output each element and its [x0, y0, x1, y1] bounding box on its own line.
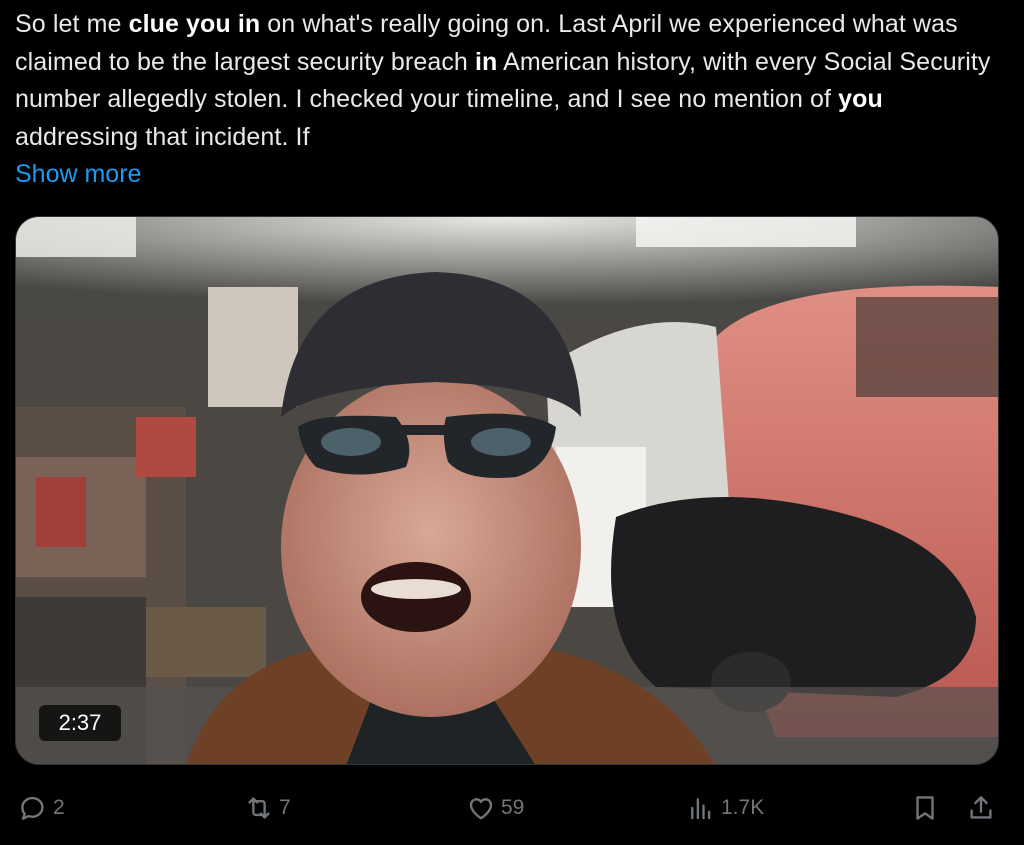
like-button[interactable]: 59 [466, 785, 524, 831]
bookmark-icon [916, 796, 934, 820]
tweet-text-bold-segment: in [475, 47, 498, 76]
video-thumbnail [16, 217, 998, 764]
show-more-link[interactable]: Show more [15, 156, 141, 193]
share-icon [970, 796, 992, 819]
tweet-text-segment: addressing that incident. If [15, 122, 310, 151]
tweet-text-bold-segment: clue you in [128, 10, 261, 38]
share-button[interactable] [966, 785, 996, 831]
repost-icon [248, 797, 270, 819]
like-icon [469, 798, 493, 820]
reply-icon [21, 796, 44, 820]
views-icon [691, 798, 711, 820]
tweet-text-bold-segment: you [838, 85, 883, 113]
tweet-text-segment: So let me [15, 10, 129, 38]
views-button[interactable]: 1.7K [686, 785, 764, 831]
bookmark-button[interactable] [910, 785, 940, 831]
views-count: 1.7K [721, 796, 765, 819]
like-count: 59 [501, 796, 525, 819]
repost-button[interactable]: 7 [244, 785, 291, 831]
reply-button[interactable]: 2 [18, 785, 65, 831]
tweet-text: So let me clue you in on what's really g… [15, 6, 1005, 156]
repost-count: 7 [279, 796, 291, 819]
tweet-action-bar: 2 7 59 1.7K [0, 785, 1024, 831]
reply-count: 2 [53, 796, 65, 819]
video-duration-badge: 2:37 [39, 705, 121, 741]
video-player[interactable] [15, 216, 999, 765]
